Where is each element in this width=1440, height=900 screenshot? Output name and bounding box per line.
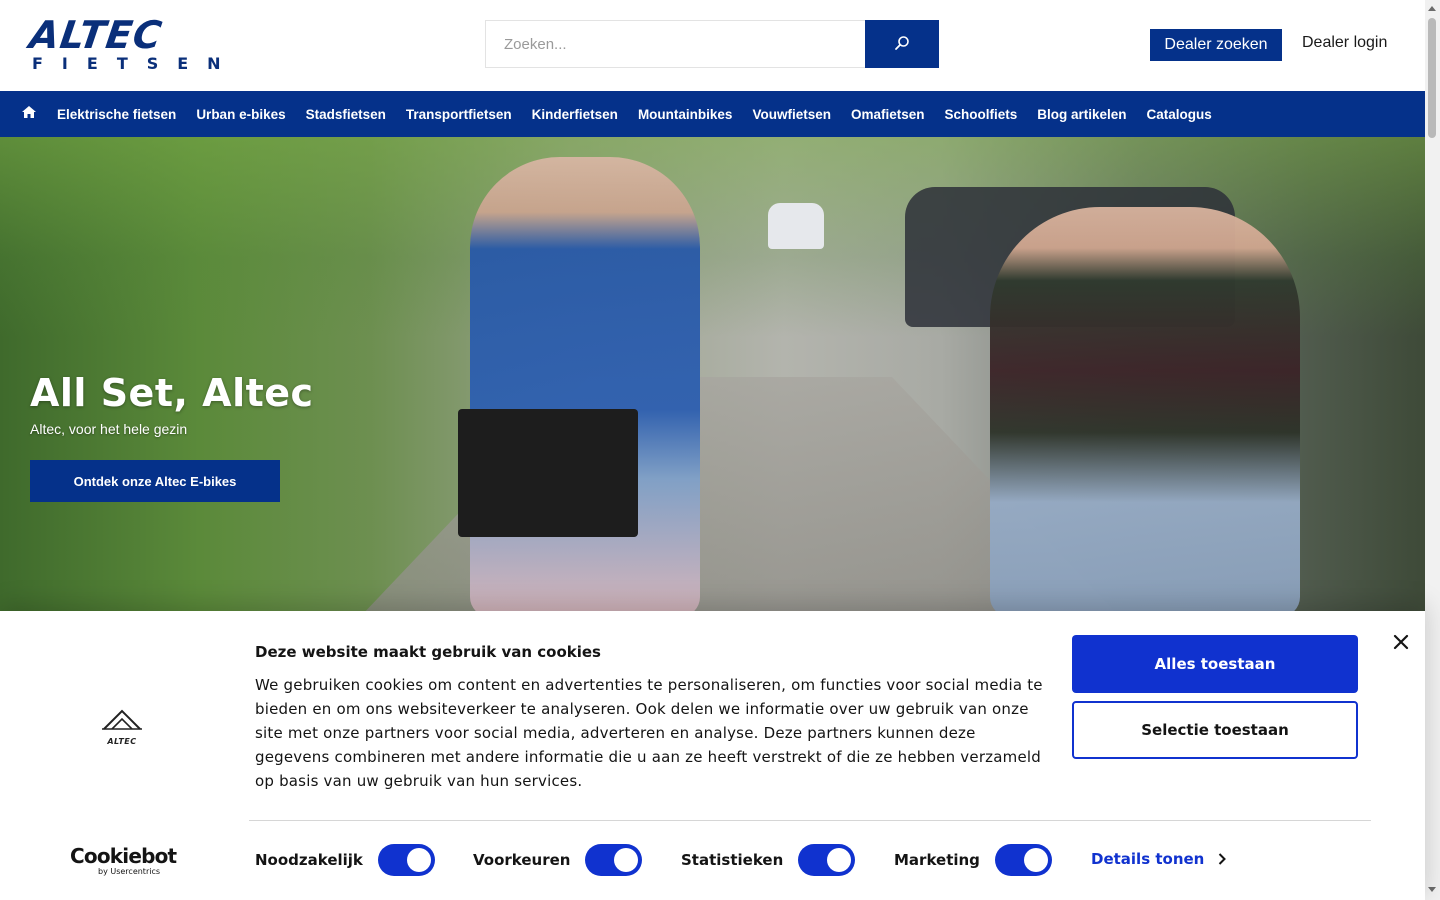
nav-item-elektrische-fietsen[interactable]: Elektrische fietsen	[57, 107, 176, 122]
nav-item-urban-e-bikes[interactable]: Urban e-bikes	[196, 107, 285, 122]
search-bar	[485, 20, 939, 68]
toggle-switch-preferences[interactable]	[585, 844, 643, 876]
cookiebot-logo[interactable]: Cookiebot by Usercentrics	[70, 845, 180, 879]
scroll-thumb[interactable]	[1428, 18, 1436, 138]
nav-item-mountainbikes[interactable]: Mountainbikes	[638, 107, 733, 122]
cookie-banner: ALTEC Deze website maakt gebruik van coo…	[0, 611, 1425, 900]
search-icon	[894, 35, 910, 54]
show-details-label: Details tonen	[1091, 850, 1205, 868]
dealer-search-button[interactable]: Dealer zoeken	[1150, 29, 1282, 61]
dealer-login-link[interactable]: Dealer login	[1302, 34, 1387, 52]
hero-subtitle: Altec, voor het hele gezin	[30, 421, 188, 437]
toggle-knob	[1023, 848, 1048, 872]
toggle-preferences: Voorkeuren	[473, 844, 643, 876]
close-icon	[1393, 634, 1409, 653]
toggle-marketing: Marketing	[894, 844, 1052, 876]
allow-all-button[interactable]: Alles toestaan	[1072, 635, 1358, 693]
nav-item-blog-artikelen[interactable]: Blog artikelen	[1037, 107, 1126, 122]
cookie-title: Deze website maakt gebruik van cookies	[255, 643, 601, 661]
toggle-knob	[406, 848, 431, 872]
nav-items: Elektrische fietsen Urban e-bikes Stadsf…	[57, 107, 1232, 122]
altec-logo[interactable]: ALTEC FIETSEN	[26, 13, 238, 73]
toggle-label-statistics: Statistieken	[681, 851, 784, 869]
nav-home[interactable]	[0, 91, 57, 137]
cookiebot-by: by Usercentrics	[98, 867, 161, 876]
show-details-link[interactable]: Details tonen	[1091, 850, 1227, 868]
toggle-statistics: Statistieken	[681, 844, 856, 876]
hero-title: All Set, Altec	[30, 371, 314, 415]
chevron-right-icon	[1218, 853, 1227, 865]
nav-item-catalogus[interactable]: Catalogus	[1147, 107, 1212, 122]
scroll-up-arrow-icon[interactable]	[1428, 6, 1436, 11]
scroll-down-arrow-icon[interactable]	[1428, 887, 1436, 892]
cookiebot-name: Cookiebot	[70, 844, 177, 868]
home-icon	[21, 105, 36, 123]
toggle-label-marketing: Marketing	[894, 851, 980, 869]
toggle-knob	[827, 848, 852, 872]
page-scrollbar[interactable]	[1425, 0, 1440, 900]
close-cookie-button[interactable]	[1390, 632, 1412, 654]
nav-item-vouwfietsen[interactable]: Vouwfietsen	[752, 107, 831, 122]
discover-ebikes-button[interactable]: Ontdek onze Altec E-bikes	[30, 460, 280, 502]
search-input[interactable]	[485, 20, 865, 68]
nav-item-kinderfietsen[interactable]: Kinderfietsen	[532, 107, 618, 122]
toggle-necessary: Noodzakelijk	[255, 844, 435, 876]
hero-banner: All Set, Altec Altec, voor het hele gezi…	[0, 137, 1425, 611]
toggle-switch-necessary[interactable]	[377, 844, 435, 876]
altec-emblem-icon	[100, 709, 144, 736]
hero-bike-basket	[458, 409, 638, 537]
cookie-divider	[249, 820, 1371, 821]
toggle-switch-statistics[interactable]	[798, 844, 856, 876]
cookie-altec-logo: ALTEC	[96, 709, 148, 746]
logo-main-text: ALTEC	[26, 13, 166, 57]
allow-selection-button[interactable]: Selectie toestaan	[1072, 701, 1358, 759]
toggle-switch-marketing[interactable]	[994, 844, 1052, 876]
hero-cyclist-left	[470, 157, 700, 611]
toggle-label-preferences: Voorkeuren	[473, 851, 571, 869]
nav-item-transportfietsen[interactable]: Transportfietsen	[406, 107, 512, 122]
search-button[interactable]	[865, 20, 939, 68]
cookie-description: We gebruiken cookies om content en adver…	[255, 676, 1043, 790]
cookie-logo-text: ALTEC	[107, 737, 137, 746]
nav-item-schoolfiets[interactable]: Schoolfiets	[945, 107, 1018, 122]
hero-car-distant	[768, 203, 824, 249]
site-header: ALTEC FIETSEN Dealer zoeken Dealer login	[0, 0, 1425, 91]
nav-item-stadsfietsen[interactable]: Stadsfietsen	[306, 107, 386, 122]
toggle-knob	[614, 848, 639, 872]
main-nav: Elektrische fietsen Urban e-bikes Stadsf…	[0, 91, 1425, 137]
hero-cyclist-right	[990, 207, 1300, 611]
toggle-label-necessary: Noodzakelijk	[255, 851, 363, 869]
nav-item-omafietsen[interactable]: Omafietsen	[851, 107, 925, 122]
